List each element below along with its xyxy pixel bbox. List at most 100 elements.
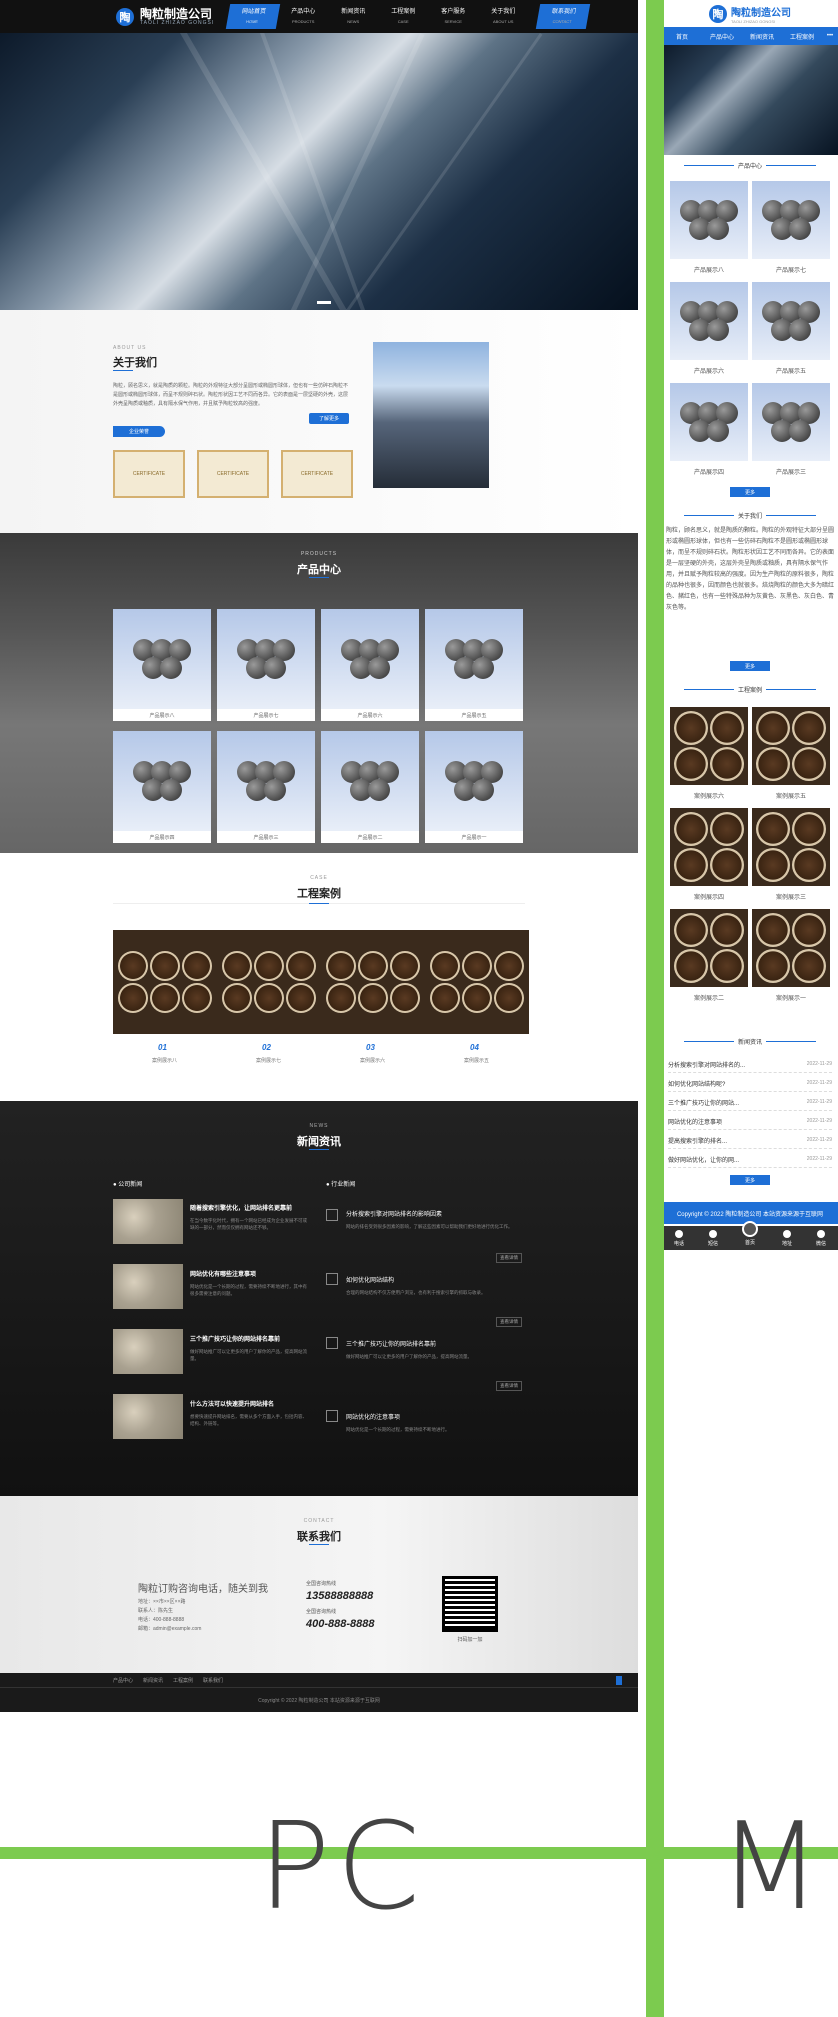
- news-item-title[interactable]: 随着搜索引擎优化，让网站排名更靠前: [190, 1203, 292, 1212]
- case-number: 01: [158, 1043, 167, 1052]
- footer-link[interactable]: 工程案例: [173, 1677, 193, 1684]
- site-logo[interactable]: 陶 陶粒制造公司 TAOLI ZHIZAO GONGSI: [116, 7, 214, 26]
- product-card[interactable]: 产品展示八: [113, 609, 211, 721]
- case-image[interactable]: [113, 930, 217, 1034]
- product-image: [425, 731, 523, 831]
- m-product-label: 产品展示三: [775, 470, 806, 476]
- m-product-image[interactable]: [752, 282, 830, 360]
- m-news-more-button[interactable]: 更多: [730, 1175, 770, 1185]
- product-card[interactable]: 产品展示三: [217, 731, 315, 843]
- m-news-item[interactable]: 提高搜索引擎的排名... 2022-11-29: [668, 1132, 832, 1149]
- product-card[interactable]: 产品展示二: [321, 731, 419, 843]
- m-news-item[interactable]: 网站优化的注意事项 2022-11-29: [668, 1113, 832, 1130]
- news-item-title[interactable]: 什么方法可以快速提升网站排名: [190, 1399, 274, 1408]
- footer-link[interactable]: 联系我们: [203, 1677, 223, 1684]
- news-more-button[interactable]: 查看详情: [496, 1253, 522, 1263]
- footer-link[interactable]: 产品中心: [113, 1677, 133, 1684]
- site-name-en: TAOLI ZHIZAO GONGSI: [731, 18, 776, 24]
- nav-case[interactable]: 工程案例 CASE: [378, 4, 428, 29]
- nav-products[interactable]: 产品中心 PRODUCTS: [278, 4, 328, 29]
- news-item-title[interactable]: 分析搜索引擎对网站排名的影响因素: [346, 1209, 442, 1218]
- m-case-image[interactable]: [752, 808, 830, 886]
- nav-news[interactable]: 新闻资讯 NEWS: [328, 4, 378, 29]
- m-about-more-button[interactable]: 更多: [730, 661, 770, 671]
- m-case-image[interactable]: [670, 909, 748, 987]
- product-card[interactable]: 产品展示四: [113, 731, 211, 843]
- m-case-image[interactable]: [752, 707, 830, 785]
- nav-home[interactable]: 网站首页 HOME: [225, 4, 281, 29]
- tab-industry-news[interactable]: ● 行业新闻: [326, 1179, 355, 1188]
- more-icon[interactable]: •••: [822, 33, 838, 39]
- case-label: 案例展示八: [152, 1058, 178, 1064]
- m-case-image[interactable]: [670, 707, 748, 785]
- m-product-image[interactable]: [752, 181, 830, 259]
- news-item-title[interactable]: 网站优化有哪些注意事项: [190, 1269, 256, 1278]
- m-news-item[interactable]: 做好网站优化，让你的网... 2022-11-29: [668, 1151, 832, 1168]
- news-more-button[interactable]: 查看详情: [496, 1317, 522, 1327]
- product-card[interactable]: 产品展示一: [425, 731, 523, 843]
- nav-about[interactable]: 关于我们 ABOUT US: [478, 4, 528, 29]
- m-product-image[interactable]: [670, 282, 748, 360]
- m-product-image[interactable]: [670, 383, 748, 461]
- news-item-title[interactable]: 网站优化的注意事项: [346, 1412, 400, 1421]
- m-bar-label: 短信: [707, 1240, 718, 1247]
- tab-company-news[interactable]: ● 公司新闻: [113, 1179, 142, 1188]
- m-products-more-button[interactable]: 更多: [730, 487, 770, 497]
- product-card[interactable]: 产品展示五: [425, 609, 523, 721]
- case-image[interactable]: [425, 930, 529, 1034]
- m-label: M: [718, 1798, 828, 1937]
- m-bar-home[interactable]: 首页: [741, 1220, 758, 1246]
- news-item-desc: 合理的网站结构不仅方便用户浏览，也有利于搜索引擎的抓取与收录。: [346, 1290, 486, 1295]
- nav-label: 联系我们: [551, 8, 577, 15]
- m-news-item[interactable]: 如何优化网站结构呢? 2022-11-29: [668, 1075, 832, 1092]
- news-thumbnail[interactable]: [113, 1394, 183, 1439]
- news-item-title[interactable]: 三个推广技巧让你的网站排名靠前: [346, 1339, 436, 1348]
- news-item-title[interactable]: 三个推广技巧让你的网站排名靠前: [190, 1334, 280, 1343]
- product-card[interactable]: 产品展示六: [321, 609, 419, 721]
- cases-title: 工程案例: [297, 888, 341, 900]
- about-more-button[interactable]: 了解更多: [309, 413, 349, 424]
- frame-line-vertical: [646, 0, 664, 2017]
- mobile-header: 陶 陶粒制造公司 TAOLI ZHIZAO GONGSI: [662, 0, 838, 27]
- m-news-item[interactable]: 分析搜索引擎对网站排名的... 2022-11-29: [668, 1056, 832, 1073]
- m-bar-wechat[interactable]: 微信: [816, 1229, 826, 1247]
- footer-link[interactable]: 新闻资讯: [143, 1677, 163, 1684]
- product-card[interactable]: 产品展示七: [217, 609, 315, 721]
- nav-contact[interactable]: 联系我们 CONTACT: [535, 4, 591, 29]
- product-image: [321, 609, 419, 709]
- cases-section: CASE 工程案例 01 02 03 04 案例展示八 案例展示七 案例展示六 …: [0, 853, 638, 1101]
- product-label: 产品展示六: [357, 712, 383, 719]
- m-bar-phone[interactable]: 电话: [674, 1229, 684, 1247]
- certificate: CERTIFICATE: [281, 450, 353, 498]
- m-product-image[interactable]: [670, 181, 748, 259]
- m-nav-case[interactable]: 工程案例: [782, 32, 822, 41]
- products-title: 产品中心: [297, 564, 341, 576]
- case-image[interactable]: [217, 930, 321, 1034]
- m-case-image[interactable]: [670, 808, 748, 886]
- news-thumbnail[interactable]: [113, 1199, 183, 1244]
- m-news-title: 三个推广技巧让你的网站...: [668, 1100, 740, 1107]
- slider-dot[interactable]: [317, 301, 331, 304]
- m-nav-news[interactable]: 新闻资讯: [742, 32, 782, 41]
- news-thumbnail[interactable]: [113, 1329, 183, 1374]
- news-item-desc: 做好网站推广可以让更多的用户了解你的产品，提高网站流量。: [346, 1354, 472, 1359]
- case-image[interactable]: [321, 930, 425, 1034]
- m-product-label: 产品展示七: [775, 268, 806, 274]
- m-product-image[interactable]: [752, 383, 830, 461]
- nav-label: 网站首页: [241, 8, 267, 15]
- news-thumbnail[interactable]: [113, 1264, 183, 1309]
- product-image: [113, 609, 211, 709]
- m-news-item[interactable]: 三个推广技巧让你的网站... 2022-11-29: [668, 1094, 832, 1111]
- m-case-image[interactable]: [752, 909, 830, 987]
- back-to-top-button[interactable]: [616, 1676, 622, 1685]
- m-bar-map[interactable]: 地址: [782, 1229, 792, 1247]
- nav-service[interactable]: 客户服务 SERVICE: [428, 4, 478, 29]
- news-item-title[interactable]: 如何优化网站结构: [346, 1275, 394, 1284]
- m-nav-products[interactable]: 产品中心: [702, 32, 742, 41]
- date-box: [326, 1273, 338, 1285]
- nav-label-en: PRODUCTS: [291, 18, 315, 24]
- news-more-button[interactable]: 查看详情: [496, 1381, 522, 1391]
- m-nav-home[interactable]: 首页: [662, 32, 702, 41]
- m-bar-sms[interactable]: 短信: [707, 1229, 718, 1247]
- about-title: 关于我们: [113, 357, 157, 369]
